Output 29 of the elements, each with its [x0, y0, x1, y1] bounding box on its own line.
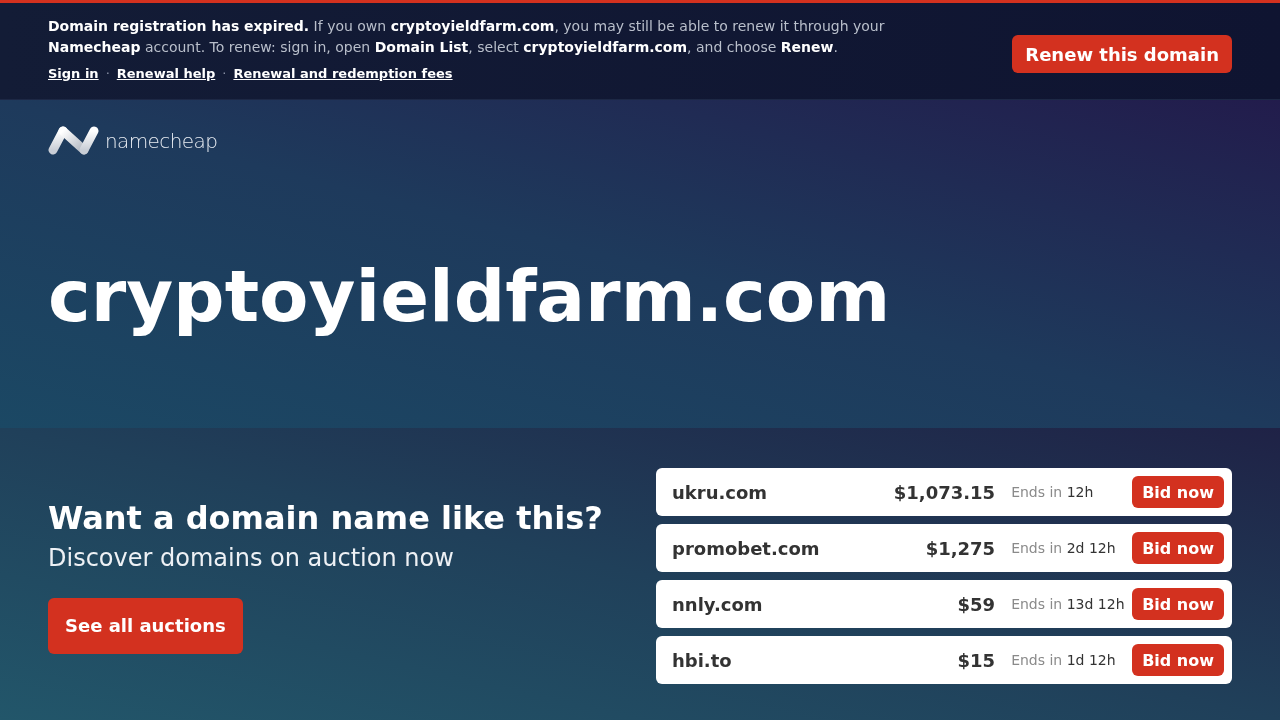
- logo-wordmark: namecheap: [105, 127, 218, 155]
- auction-price: $59: [957, 593, 996, 615]
- auction-ends: Ends in 2d 12h: [1011, 540, 1117, 556]
- bid-button[interactable]: Bid now: [1132, 532, 1224, 564]
- auction-subheading: Discover domains on auction now: [48, 542, 455, 573]
- auction-domain: promobet.com: [672, 537, 821, 559]
- domain-title: cryptoyieldfarm.com: [48, 253, 892, 339]
- auction-domain: hbi.to: [672, 649, 733, 671]
- expiry-message: Domain registration has expired. If you own cryptoyieldfarm.com, you may still be able to renew it through your Namecheap account. To renew: sign in, open Domain List, select cryptoyieldfarm.com, and choose Renew.: [48, 17, 886, 57]
- auction-ends: Ends in 1d 12h: [1011, 652, 1117, 668]
- auction-price: $15: [957, 649, 996, 671]
- link-separator: ·: [105, 66, 110, 81]
- auction-domain: ukru.com: [672, 481, 769, 503]
- auction-ends: Ends in 13d 12h: [1011, 596, 1126, 612]
- link-separator: ·: [222, 66, 227, 81]
- banner-link[interactable]: Sign in: [48, 66, 99, 81]
- banner-link[interactable]: Renewal and redemption fees: [233, 66, 453, 81]
- logo-icon: [48, 126, 99, 155]
- auction-price: $1,275: [925, 537, 996, 559]
- auction-domain: nnly.com: [672, 593, 764, 615]
- auction-ends: Ends in 12h: [1011, 484, 1095, 500]
- bid-button[interactable]: Bid now: [1132, 476, 1224, 508]
- renew-button[interactable]: Renew this domain: [1012, 35, 1232, 73]
- auction-price: $1,073.15: [893, 481, 996, 503]
- bid-button[interactable]: Bid now: [1132, 588, 1224, 620]
- auction-heading: Want a domain name like this?: [48, 498, 604, 537]
- see-auctions-button[interactable]: See all auctions: [48, 597, 243, 654]
- bid-button[interactable]: Bid now: [1132, 644, 1224, 676]
- banner-link[interactable]: Renewal help: [116, 66, 216, 81]
